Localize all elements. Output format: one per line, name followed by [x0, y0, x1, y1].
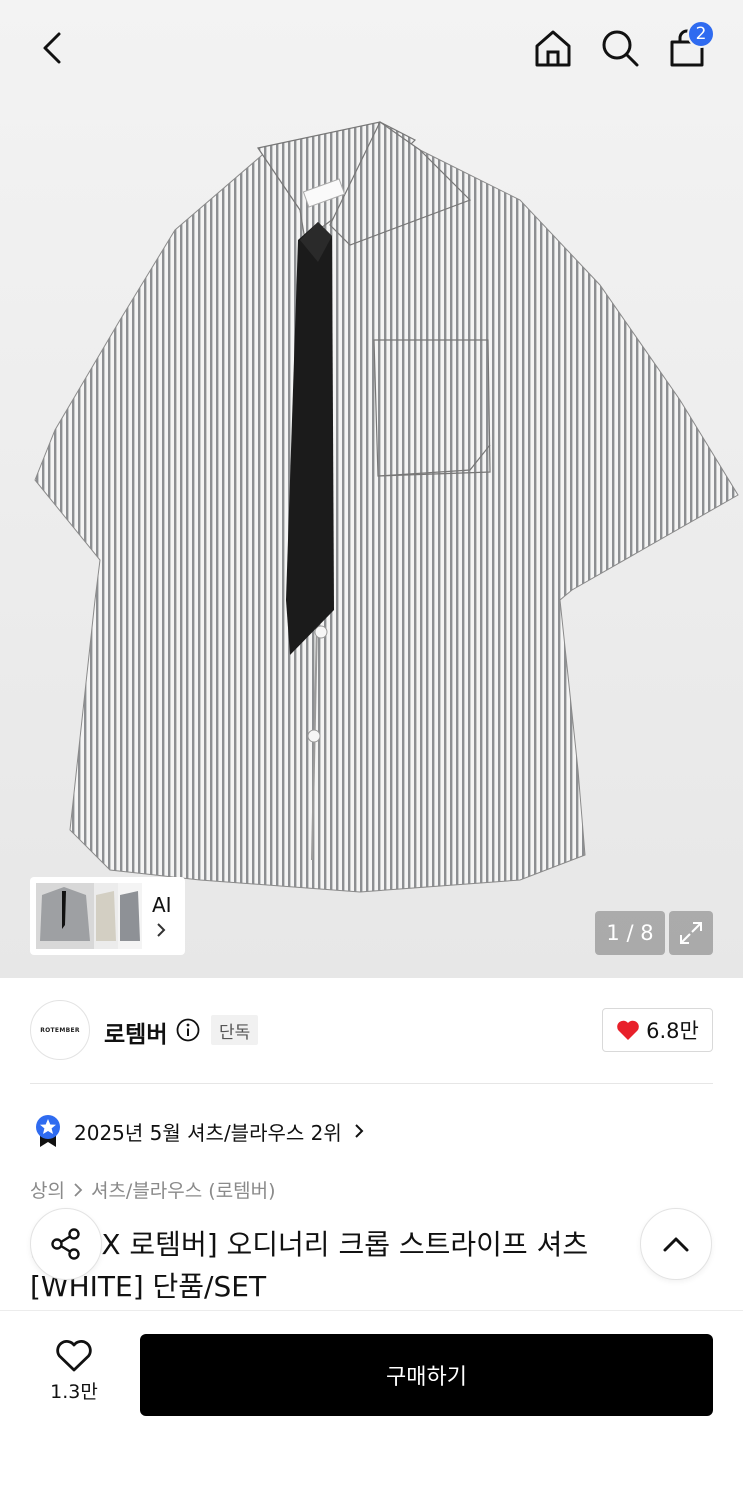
wishlist-count: 1.3만: [50, 1381, 98, 1403]
brand-row: ROTEMBER 로템버 단독 6.8만: [30, 1000, 713, 1060]
brand-name[interactable]: 로템버: [104, 1015, 167, 1049]
ranking-medal-icon: [36, 1115, 60, 1147]
ai-thumbnail-images: [34, 881, 144, 951]
ranking-link[interactable]: 2025년 5월 셔츠/블라우스 2위: [34, 1114, 366, 1148]
wishlist-button[interactable]: 1.3만: [30, 1339, 118, 1411]
info-icon[interactable]: [176, 1018, 200, 1042]
home-button[interactable]: [527, 22, 579, 74]
buy-button[interactable]: 구매하기: [140, 1334, 713, 1416]
chevron-right-icon: [355, 1124, 364, 1138]
image-pager-counter: 1 / 8: [595, 911, 665, 955]
chevron-right-icon: [74, 1182, 83, 1197]
bottom-action-bar: 1.3만 구매하기: [0, 1310, 743, 1500]
cart-button[interactable]: 2: [661, 20, 715, 74]
product-photo-shirt: [34, 121, 739, 893]
product-title: [리룸 X 로템버] 오디너리 크롭 스트라이프 셔츠 [WHITE] 단품/S…: [30, 1228, 589, 1303]
ai-recommend-thumbnail[interactable]: AI: [30, 877, 185, 955]
product-image-gallery[interactable]: 2 AI 1 / 8: [0, 0, 743, 978]
back-button[interactable]: [26, 22, 78, 74]
expand-icon: [680, 922, 702, 944]
brand-like-count: 6.8만: [646, 1019, 699, 1043]
brand-logo[interactable]: ROTEMBER: [30, 1000, 90, 1060]
chevron-up-icon: [663, 1237, 689, 1252]
heart-outline-icon: [56, 1340, 92, 1372]
scroll-top-button[interactable]: [640, 1208, 712, 1280]
brand-like-button[interactable]: 6.8만: [602, 1008, 713, 1052]
exclusive-badge: 단독: [211, 1015, 259, 1045]
chevron-right-icon: [157, 923, 166, 937]
divider: [30, 1083, 713, 1084]
search-button[interactable]: [594, 22, 646, 74]
chevron-left-icon: [43, 32, 61, 64]
ai-label: AI: [152, 893, 172, 917]
expand-image-button[interactable]: [669, 911, 713, 955]
share-button[interactable]: [30, 1208, 102, 1280]
breadcrumb-subcategory[interactable]: 셔츠/블라우스 (로템버): [91, 1176, 276, 1203]
cart-count-badge: 2: [687, 20, 715, 48]
share-icon: [51, 1228, 80, 1260]
home-icon: [535, 30, 571, 67]
heart-filled-icon: [617, 1020, 639, 1040]
top-navigation-bar: 2: [0, 0, 743, 96]
search-icon: [602, 30, 639, 67]
breadcrumb-category[interactable]: 상의: [30, 1176, 65, 1203]
ranking-text: 2025년 5월 셔츠/블라우스 2위: [74, 1120, 342, 1145]
breadcrumb: 상의 셔츠/블라우스 (로템버): [30, 1176, 276, 1203]
